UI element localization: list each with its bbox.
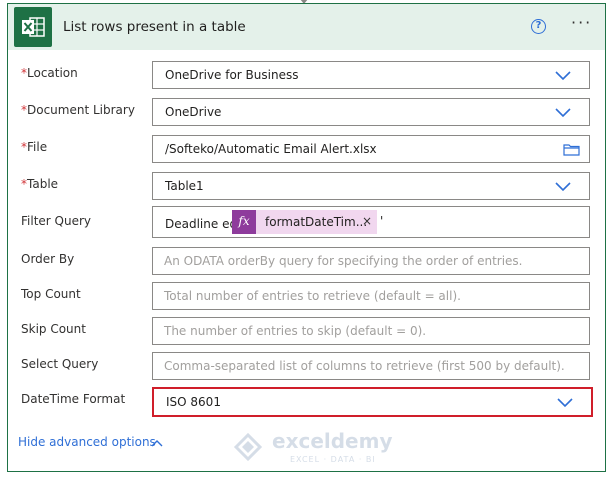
skip-count-label: Skip Count [21, 322, 86, 336]
excel-icon [14, 7, 52, 47]
hide-advanced-options-link[interactable]: Hide advanced options [18, 435, 163, 449]
select-query-input[interactable]: Comma-separated list of columns to retri… [152, 352, 590, 380]
location-select[interactable]: OneDrive for Business [152, 61, 590, 89]
fx-icon: fx [232, 210, 256, 234]
table-value: Table1 [165, 179, 204, 193]
location-label: *Location [21, 66, 78, 80]
watermark-tagline: EXCEL · DATA · BI [290, 455, 376, 464]
exceldemy-logo-icon [233, 432, 263, 461]
order-by-label: Order By [21, 252, 75, 266]
chevron-down-icon [555, 71, 571, 81]
table-label: *Table [21, 177, 59, 191]
token-label: formatDateTim... [265, 215, 368, 229]
folder-icon[interactable] [563, 143, 580, 156]
hide-advanced-label: Hide advanced options [18, 435, 156, 449]
filter-query-label: Filter Query [21, 214, 92, 228]
filter-query-input[interactable]: Deadline eq' fx formatDateTim... × ' [152, 206, 590, 238]
filter-query-prefix: Deadline eq' [165, 217, 241, 231]
chevron-down-icon [555, 108, 571, 118]
watermark-name: exceldemy [272, 429, 393, 453]
order-by-placeholder: An ODATA orderBy query for specifying th… [164, 254, 523, 268]
token-remove-icon[interactable]: × [362, 214, 372, 228]
document-library-value: OneDrive [165, 105, 222, 119]
top-count-label: Top Count [21, 287, 81, 301]
help-icon[interactable]: ? [531, 19, 546, 34]
more-options-icon[interactable]: ··· [571, 15, 592, 31]
select-query-placeholder: Comma-separated list of columns to retri… [164, 359, 565, 373]
action-card: List rows present in a table ? ··· *Loca… [7, 3, 606, 472]
select-query-label: Select Query [21, 357, 99, 371]
table-select[interactable]: Table1 [152, 172, 590, 200]
filter-query-suffix: ' [380, 214, 384, 228]
location-value: OneDrive for Business [165, 68, 299, 82]
order-by-input[interactable]: An ODATA orderBy query for specifying th… [152, 247, 590, 275]
chevron-down-icon [555, 182, 571, 192]
skip-count-placeholder: The number of entries to skip (default =… [164, 324, 427, 338]
file-label: *File [21, 140, 48, 154]
datetime-format-select[interactable]: ISO 8601 [152, 387, 593, 417]
document-library-select[interactable]: OneDrive [152, 98, 590, 126]
file-value: /Softeko/Automatic Email Alert.xlsx [165, 142, 377, 156]
expression-token[interactable]: fx formatDateTim... × [232, 210, 377, 234]
top-count-input[interactable]: Total number of entries to retrieve (def… [152, 282, 590, 310]
card-title: List rows present in a table [63, 19, 246, 35]
datetime-format-label: DateTime Format [21, 392, 126, 406]
skip-count-input[interactable]: The number of entries to skip (default =… [152, 317, 590, 345]
document-library-label: *Document Library [21, 103, 135, 117]
card-header[interactable]: List rows present in a table ? ··· [8, 4, 605, 50]
chevron-up-icon [151, 440, 163, 447]
datetime-format-value: ISO 8601 [166, 395, 221, 409]
top-count-placeholder: Total number of entries to retrieve (def… [164, 289, 461, 303]
chevron-down-icon [557, 398, 573, 408]
file-picker[interactable]: /Softeko/Automatic Email Alert.xlsx [152, 135, 590, 163]
